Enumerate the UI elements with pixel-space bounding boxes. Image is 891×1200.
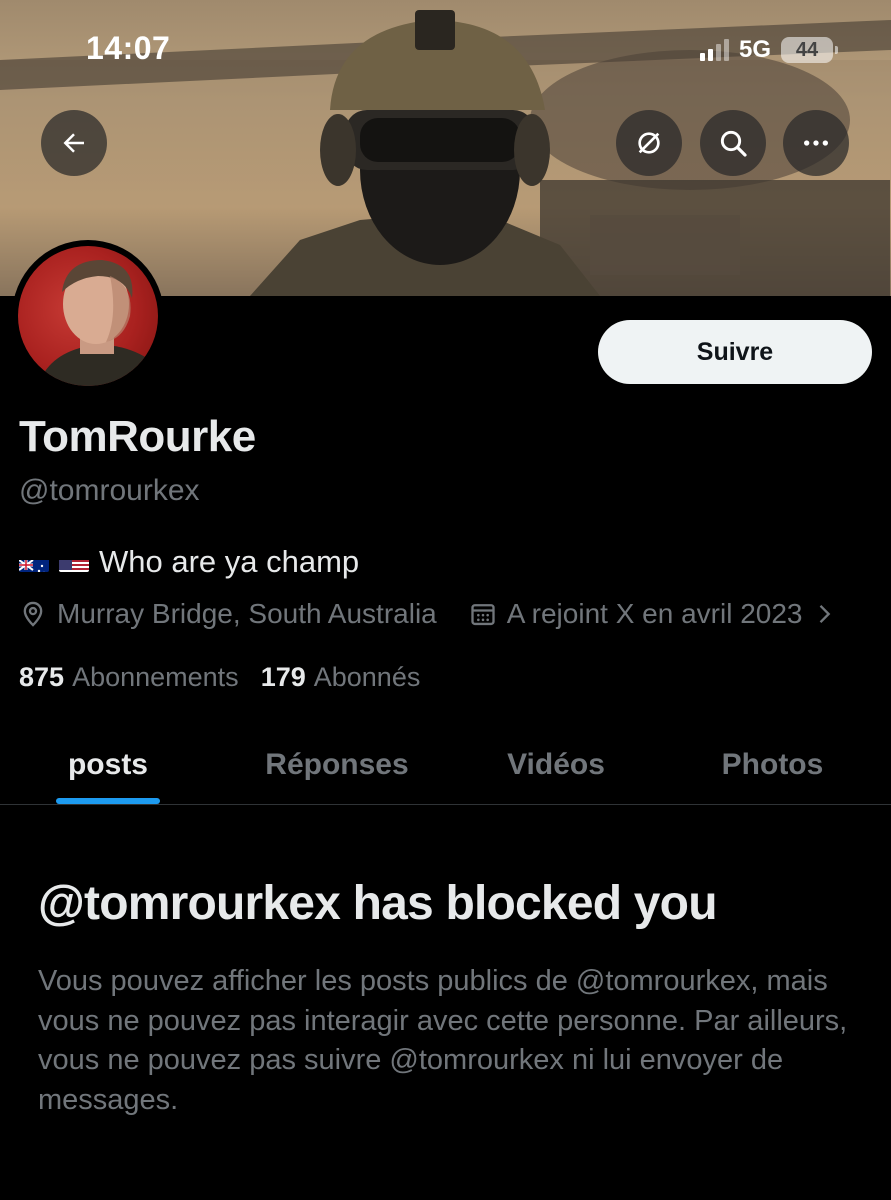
search-button[interactable] xyxy=(700,110,766,176)
following-label: Abonnements xyxy=(72,662,239,692)
tab-replies[interactable]: Réponses xyxy=(216,726,458,804)
flag-us-icon xyxy=(59,552,89,572)
avatar-image xyxy=(18,246,158,386)
following-count: 875 xyxy=(19,662,65,692)
tab-videos[interactable]: Vidéos xyxy=(458,726,654,804)
follow-button[interactable]: Suivre xyxy=(598,320,872,384)
blocked-title: @tomrourkex has blocked you xyxy=(38,877,718,930)
hide-button[interactable] xyxy=(616,110,682,176)
tab-label: posts xyxy=(67,748,148,781)
join-date[interactable]: A rejoint X en avril 2023 xyxy=(469,598,835,630)
flag-au-icon xyxy=(19,552,49,572)
status-indicators: 5G 44 xyxy=(699,36,838,64)
tab-label: Photos xyxy=(721,748,824,781)
eye-slash-icon xyxy=(638,132,660,154)
followers-label: Abonnés xyxy=(313,662,421,692)
more-icon xyxy=(804,140,828,146)
active-tab-indicator xyxy=(56,798,160,804)
battery-icon: 44 xyxy=(781,37,838,63)
tab-label: Vidéos xyxy=(507,748,605,781)
more-button[interactable] xyxy=(783,110,849,176)
tab-photos[interactable]: Photos xyxy=(654,726,891,804)
profile-handle: @tomrourkex xyxy=(19,474,200,507)
calendar-icon xyxy=(471,604,495,626)
back-button[interactable] xyxy=(41,110,107,176)
following-link[interactable]: 875 Abonnements xyxy=(19,662,239,693)
profile-meta: Murray Bridge, South Australia A rejoint… xyxy=(19,598,835,630)
join-date-text: A rejoint X en avril 2023 xyxy=(506,598,803,629)
location-pin-icon xyxy=(23,601,43,627)
location-text: Murray Bridge, South Australia xyxy=(57,598,437,629)
network-label: 5G xyxy=(738,36,771,63)
followers-link[interactable]: 179 Abonnés xyxy=(261,662,421,693)
profile-page: 14:07 5G 44 Suivre TomRourke @tomrourkex… xyxy=(0,0,891,1200)
chevron-right-icon xyxy=(819,605,830,623)
status-time: 14:07 xyxy=(86,30,171,66)
display-name: TomRourke xyxy=(19,412,256,461)
arrow-left-icon xyxy=(63,133,84,153)
search-icon xyxy=(720,130,747,157)
location: Murray Bridge, South Australia xyxy=(19,598,437,630)
profile-tabs: posts Réponses Vidéos Photos xyxy=(0,726,891,805)
tab-label: Réponses xyxy=(265,748,409,781)
avatar[interactable] xyxy=(12,240,164,392)
followers-count: 179 xyxy=(260,662,306,692)
tab-posts[interactable]: posts xyxy=(0,726,216,804)
bio-text: Who are ya champ xyxy=(99,544,360,579)
avatar-portrait xyxy=(38,260,158,386)
profile-bio: Who are ya champ xyxy=(19,544,359,580)
blocked-description: Vous pouvez afficher les posts publics d… xyxy=(38,965,848,1116)
follow-counts: 875 Abonnements 179 Abonnés xyxy=(19,662,420,693)
signal-icon xyxy=(699,39,729,61)
battery-level: 44 xyxy=(795,38,819,61)
